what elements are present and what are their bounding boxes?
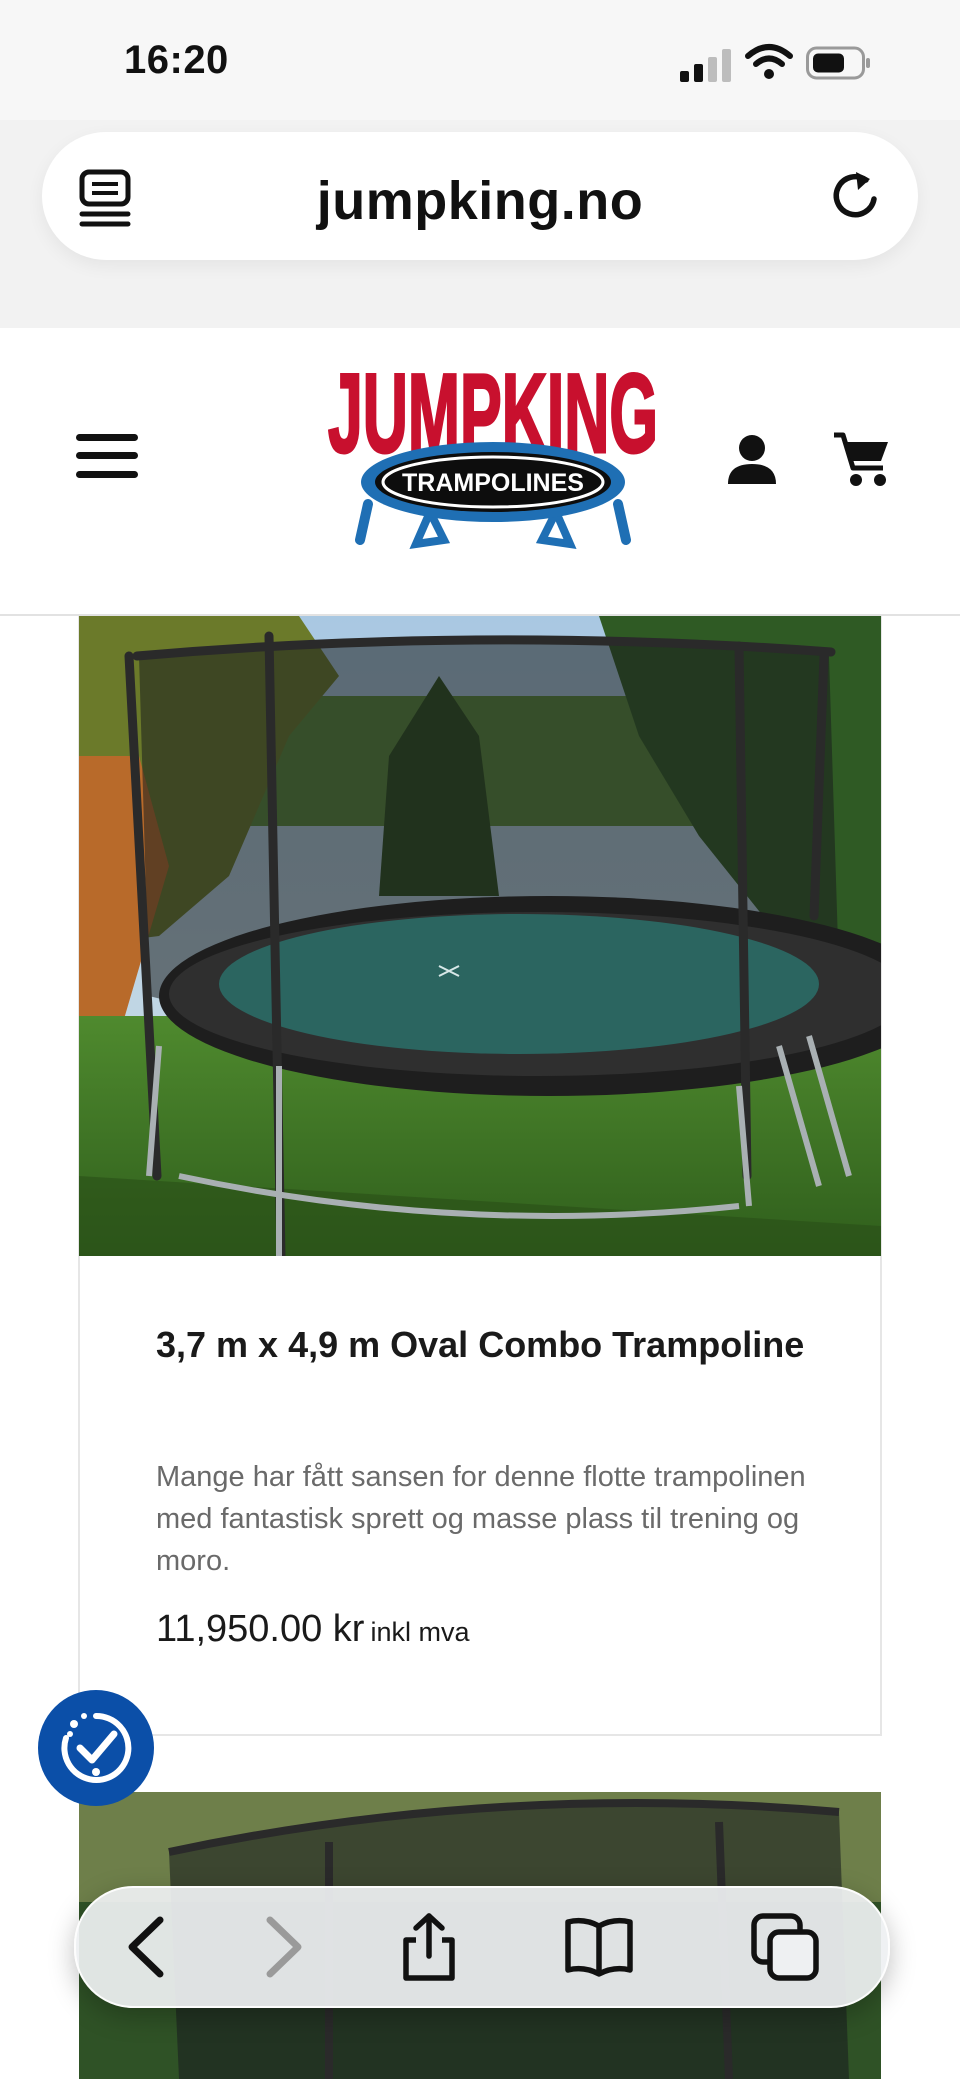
site-header: JUMPKING TRAMPOLINES [0,328,960,616]
forward-icon[interactable] [248,1912,318,1982]
user-icon[interactable] [726,434,778,486]
reload-icon[interactable] [826,166,886,226]
menu-icon[interactable] [76,434,138,478]
status-bar: 16:20 [0,0,960,120]
accessibility-button[interactable] [38,1690,154,1806]
address-bar[interactable]: jumpking.no [42,132,918,260]
status-time: 16:20 [124,38,229,82]
price-suffix: inkl mva [370,1617,470,1647]
share-icon[interactable] [394,1912,464,1982]
jumpking-logo[interactable]: JUMPKING TRAMPOLINES [320,358,666,558]
svg-text:TRAMPOLINES: TRAMPOLINES [402,469,584,497]
signal-icon [680,48,732,82]
product-price: 11,950.00 kr inkl mva [156,1608,469,1651]
accessibility-icon [61,1712,132,1783]
back-icon[interactable] [112,1912,182,1982]
browser-address-area: jumpking.no [0,120,960,328]
product-description: Mange har fått sansen for denne flotte t… [156,1461,806,1577]
battery-icon [806,46,870,80]
browser-toolbar [74,1886,890,2008]
wifi-icon [745,44,793,79]
product-title[interactable]: 3,7 m x 4,9 m Oval Combo Trampoline [156,1318,816,1372]
bookmarks-icon[interactable] [564,1912,634,1982]
url-text[interactable]: jumpking.no [42,170,918,232]
tabs-icon[interactable] [750,1912,820,1982]
product-image[interactable] [79,616,881,1256]
cart-icon[interactable] [832,430,892,488]
price-value: 11,950.00 kr [156,1608,365,1650]
